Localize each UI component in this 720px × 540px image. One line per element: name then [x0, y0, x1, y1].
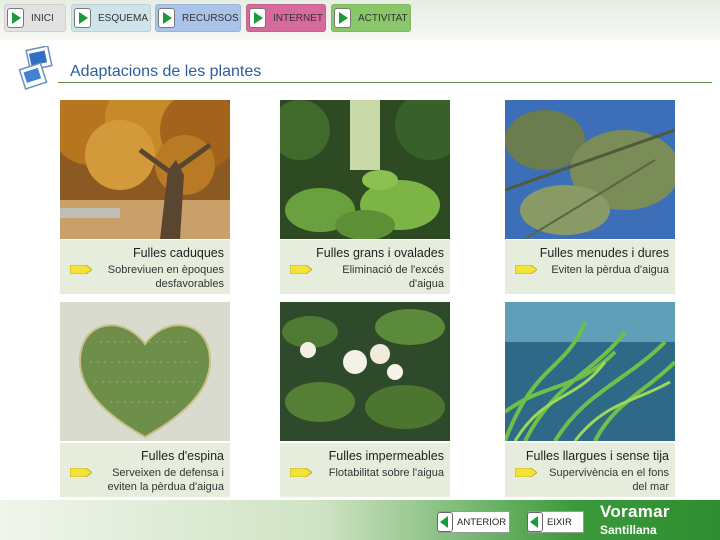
nav-button-activitat[interactable]: ACTIVITAT — [331, 4, 411, 32]
card-caption: Fulles d'espina Serveixen de defensa i e… — [60, 443, 230, 497]
brand-line-1: Voramar — [600, 502, 670, 521]
card-description: Sobreviuen en èpoques desfavorables — [107, 264, 224, 290]
nav-button-esquema[interactable]: ESQUEMA — [71, 4, 151, 32]
photo-olive-tree — [505, 100, 675, 239]
card-title: Fulles llargues i sense tija — [525, 449, 669, 463]
eixir-label: EIXIR — [547, 516, 572, 528]
nav-button-recursos[interactable]: RECURSOS — [155, 4, 241, 32]
play-arrow-icon — [158, 8, 175, 28]
play-arrow-icon — [249, 8, 266, 28]
exit-arrow-icon — [527, 512, 543, 532]
card-description: Serveixen de defensa i eviten la pèrdua … — [107, 467, 224, 493]
card-caption: Fulles menudes i dures Eviten la pèrdua … — [505, 240, 675, 294]
card-description: Supervivència en el fons del mar — [549, 467, 669, 493]
nav-label-inici: INICI — [31, 13, 54, 24]
yellow-arrow-bullet-icon — [515, 265, 537, 274]
title-divider — [58, 82, 712, 83]
yellow-arrow-bullet-icon — [290, 265, 312, 274]
play-arrow-icon — [74, 8, 91, 28]
yellow-arrow-bullet-icon — [70, 265, 92, 274]
publisher-logo: Voramar Santillana — [600, 502, 670, 537]
card-description: Eviten la pèrdua d'aigua — [551, 264, 669, 276]
card-title: Fulles caduques — [132, 246, 224, 260]
card-title: Fulles d'espina — [141, 449, 224, 463]
nav-button-internet[interactable]: INTERNET — [246, 4, 326, 32]
eixir-button[interactable]: EIXIR — [527, 511, 584, 533]
page-title: Adaptacions de les plantes — [70, 63, 262, 80]
card-title: Fulles impermeables — [328, 449, 444, 463]
card-caption: Fulles impermeables Flotabilitat sobre l… — [280, 443, 450, 497]
nav-button-inici[interactable]: INICI — [4, 4, 66, 32]
document-stack-icon — [18, 46, 53, 90]
photo-rainforest — [280, 100, 450, 239]
card-caption: Fulles caduques Sobreviuen en èpoques de… — [60, 240, 230, 294]
yellow-arrow-bullet-icon — [290, 468, 312, 477]
photo-cactus — [60, 302, 230, 441]
yellow-arrow-bullet-icon — [515, 468, 537, 477]
card-title: Fulles grans i ovalades — [316, 246, 444, 260]
anterior-button[interactable]: ANTERIOR — [437, 511, 510, 533]
photo-autumn-tree — [60, 100, 230, 239]
photo-seagrass — [505, 302, 675, 441]
nav-label-recursos: RECURSOS — [182, 13, 239, 24]
yellow-arrow-bullet-icon — [70, 468, 92, 477]
play-arrow-icon — [334, 8, 351, 28]
back-arrow-icon — [437, 512, 453, 532]
photo-water-lilies — [280, 302, 450, 441]
nav-label-esquema: ESQUEMA — [98, 13, 149, 24]
card-description: Flotabilitat sobre l'aigua — [328, 467, 444, 479]
nav-label-activitat: ACTIVITAT — [358, 13, 408, 24]
card-description: Eliminació de l'excés d'aigua — [342, 264, 444, 290]
anterior-label: ANTERIOR — [457, 516, 507, 528]
brand-line-2: Santillana — [600, 523, 657, 537]
card-title: Fulles menudes i dures — [539, 246, 669, 260]
play-arrow-icon — [7, 8, 24, 28]
card-caption: Fulles grans i ovalades Eliminació de l'… — [280, 240, 450, 294]
nav-label-internet: INTERNET — [273, 13, 323, 24]
card-caption: Fulles llargues i sense tija Supervivènc… — [505, 443, 675, 497]
